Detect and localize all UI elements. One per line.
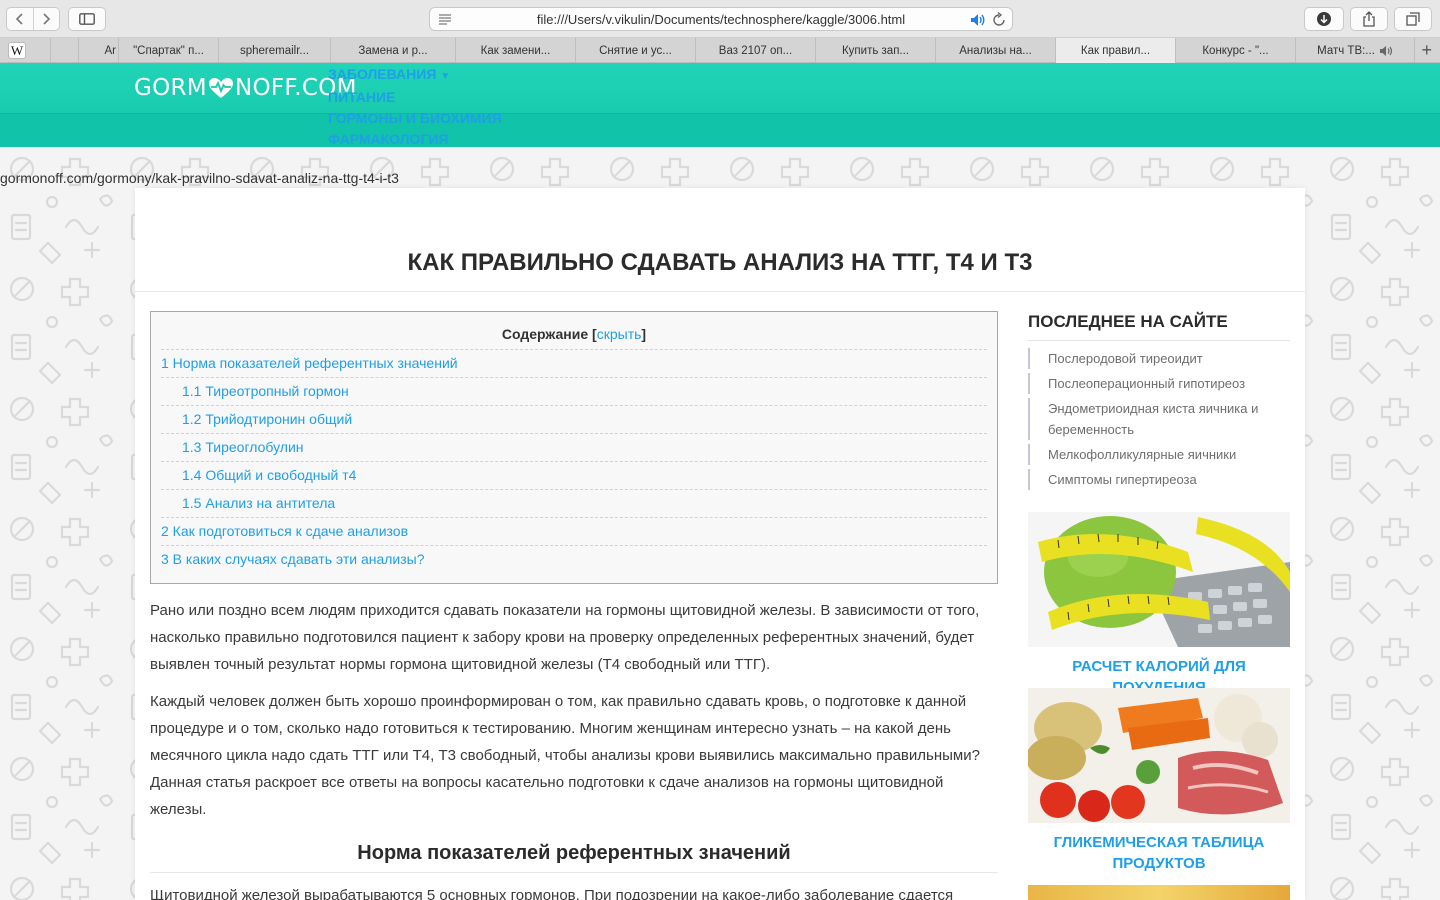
tab-bar: W Ar "Спартак" п... spheremailr... Замен… [0,38,1440,63]
chevron-left-icon [15,13,23,25]
glycemic-promo-link[interactable]: ГЛИКЕМИЧЕСКАЯ ТАБЛИЦА ПРОДУКТОВ [1028,832,1290,874]
forward-button[interactable] [32,8,59,30]
downloads-button[interactable] [1304,7,1344,31]
wikipedia-tab-icon[interactable]: W [8,42,26,59]
tab-overview-button[interactable] [1394,7,1432,31]
sidebar-heading: ПОСЛЕДНЕЕ НА САЙТЕ [1028,312,1228,331]
toc-item-3[interactable]: 3 В каких случаях сдавать эти анализы? [161,545,987,573]
new-tab-button[interactable]: + [1421,40,1432,60]
article-title: КАК ПРАВИЛЬНО СДАВАТЬ АНАЛИЗ НА ТТГ, Т4 … [407,249,1033,276]
page-url-text: gormonoff.com/gormony/kak-pravilno-sdava… [0,170,399,186]
table-of-contents: Содержание [скрыть] 1 Норма показателей … [150,311,998,584]
calorie-promo-image[interactable] [1028,512,1290,647]
vegetables-meat-icon [1028,688,1290,823]
tab-13[interactable]: Матч ТВ:... [1295,38,1415,63]
toc-hide-link[interactable]: скрыть [597,326,642,342]
sidebar-divider [1028,340,1290,341]
intro-paragraph-1: Рано или поздно всем людям приходится сд… [150,602,980,673]
heart-pulse-icon [208,78,233,98]
toc-item-1-1[interactable]: 1.1 Тиреотропный гормон [161,377,987,405]
latest-post-link[interactable]: Послеродовой тиреоидит [1028,348,1290,369]
chevron-right-icon [43,13,51,25]
toc-item-1-4[interactable]: 1.4 Общий и свободный т4 [161,461,987,489]
tab-9[interactable]: Купить зап... [815,38,935,63]
third-promo-image[interactable] [1028,885,1290,900]
menu-item-hormones[interactable]: Гормоны и биохимия [328,108,502,129]
tab-11-active[interactable]: Как правил... [1055,38,1175,63]
browser-toolbar: file:///Users/v.vikulin/Documents/techno… [0,0,1440,38]
toc-item-1[interactable]: 1 Норма показателей референтных значений [161,349,987,377]
latest-posts-list: Послеродовой тиреоидит Послеоперационный… [1028,348,1290,494]
toc-item-1-3[interactable]: 1.3 Тиреоглобулин [161,433,987,461]
section-divider [150,872,998,873]
share-button[interactable] [1350,7,1388,31]
chevron-down-icon: ▼ [440,71,451,82]
menu-item-diseases[interactable]: Заболевания ▼ [328,64,502,87]
site-logo[interactable]: GORM NOFF.COM [134,75,357,101]
glycemic-promo-image[interactable] [1028,688,1290,823]
history-nav [6,7,60,31]
sidebar-toggle-button[interactable] [68,7,106,31]
tab-5[interactable]: Замена и р... [330,38,455,63]
tab-7[interactable]: Снятие и ус... [575,38,695,63]
download-icon [1317,12,1331,26]
speaker-icon[interactable] [970,13,986,27]
tab-2[interactable]: Ar [78,38,118,63]
tab-3[interactable]: "Спартак" п... [118,38,218,63]
back-button[interactable] [7,8,33,30]
section-paragraph: Щитовидной железой вырабатываются 5 осно… [150,887,954,900]
latest-post-link[interactable]: Эндометриоидная киста яичника и беременн… [1028,398,1290,440]
section-heading: Норма показателей референтных значений [357,842,791,864]
main-menu: Заболевания ▼ Питание Гормоны и биохимия … [328,64,502,150]
reload-icon[interactable] [992,12,1006,27]
address-bar[interactable]: file:///Users/v.vikulin/Documents/techno… [429,7,1013,31]
tab-12[interactable]: Конкурс - "... [1175,38,1295,63]
latest-post-link[interactable]: Мелкофолликулярные яичники [1028,444,1290,465]
tab-4[interactable]: spheremailr... [218,38,330,63]
share-icon [1363,11,1375,27]
tab-audio-icon[interactable] [1379,45,1393,57]
apple-tape-calculator-icon [1028,512,1290,647]
sidebar-icon [79,13,95,25]
header-band [0,113,1440,147]
tab-6[interactable]: Как замени... [455,38,575,63]
tab-1[interactable] [50,38,78,63]
toc-item-1-5[interactable]: 1.5 Анализ на антитела [161,489,987,517]
content-card: КАК ПРАВИЛЬНО СДАВАТЬ АНАЛИЗ НА ТТГ, Т4 … [135,188,1305,900]
menu-item-nutrition[interactable]: Питание [328,87,502,108]
toc-item-1-2[interactable]: 1.2 Трийодтиронин общий [161,405,987,433]
tabs-overview-icon [1406,12,1420,26]
toc-heading: Содержание [скрыть] [501,326,647,342]
site-header: GORM NOFF.COM Заболевания ▼ Питание Гормо… [0,63,1440,147]
tab-8[interactable]: Ваз 2107 оп... [695,38,815,63]
intro-paragraph-2: Каждый человек должен быть хорошо проинф… [150,693,980,818]
latest-post-link[interactable]: Симптомы гипертиреоза [1028,469,1290,490]
address-url: file:///Users/v.vikulin/Documents/techno… [536,12,906,27]
title-divider [135,291,1305,292]
tab-10[interactable]: Анализы на... [935,38,1055,63]
latest-post-link[interactable]: Послеоперационный гипотиреоз [1028,373,1290,394]
toc-item-2[interactable]: 2 Как подготовиться к сдаче анализов [161,517,987,545]
